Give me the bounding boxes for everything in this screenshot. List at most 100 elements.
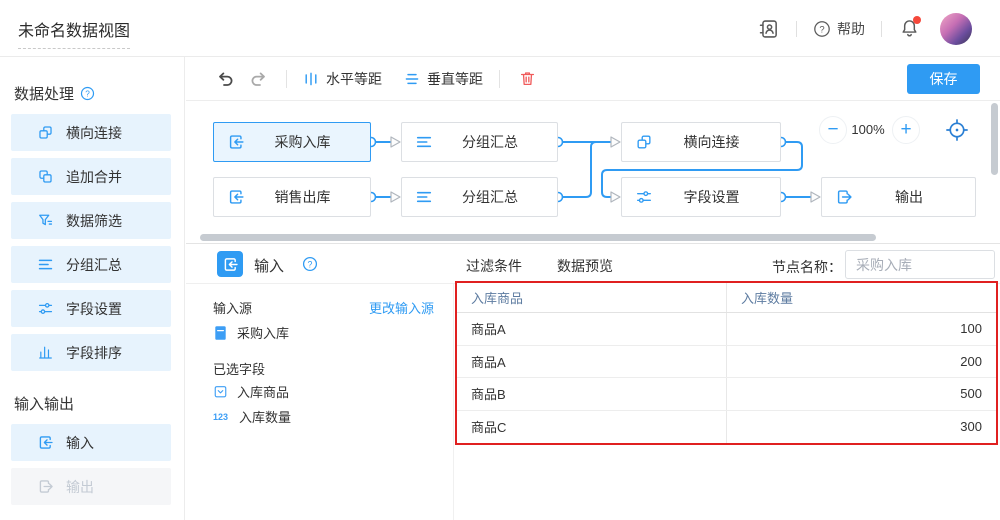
user-avatar[interactable] <box>940 13 972 45</box>
tab-filter-conditions[interactable]: 过滤条件 <box>466 256 522 276</box>
node-label: 销售出库 <box>245 187 360 207</box>
vertical-spacing-button[interactable]: 垂直等距 <box>404 69 483 89</box>
sidebar-item-label: 数据筛选 <box>66 211 122 231</box>
locate-crosshair-icon[interactable] <box>945 118 969 142</box>
sidebar-item-data-filter[interactable]: 数据筛选 <box>11 202 171 239</box>
column-header[interactable]: 入库数量 <box>727 283 996 312</box>
sidebar-item-horizontal-join[interactable]: 横向连接 <box>11 114 171 151</box>
node-label: 字段设置 <box>653 187 770 207</box>
sidebar-item-input[interactable]: 输入 <box>11 424 171 461</box>
sidebar-item-output: 输出 <box>11 468 171 505</box>
field-item[interactable]: 123 入库数量 <box>213 407 291 426</box>
node-label: 采购入库 <box>245 132 360 152</box>
source-label: 输入源 <box>213 298 252 317</box>
svg-text:?: ? <box>819 24 824 35</box>
cell-quantity: 100 <box>727 313 996 345</box>
help-circle-icon[interactable]: ? <box>80 86 95 101</box>
field-settings-icon <box>635 188 653 206</box>
notification-dot <box>913 16 921 24</box>
node-sales-outbound[interactable]: 销售出库 <box>213 177 371 217</box>
table-row[interactable]: 商品C 300 <box>457 411 996 444</box>
output-icon <box>37 478 54 495</box>
input-source-subpanel: 输入源 更改输入源 采购入库 已选字段 入库商品 <box>186 284 454 520</box>
horizontal-spacing-label: 水平等距 <box>326 69 382 89</box>
cell-product: 商品B <box>457 378 727 410</box>
table-row[interactable]: 商品B 500 <box>457 378 996 411</box>
divider <box>499 70 500 88</box>
canvas-horizontal-scrollbar[interactable] <box>200 234 876 241</box>
node-output[interactable]: 输出 <box>821 177 976 217</box>
divider <box>286 70 287 88</box>
cell-product: 商品C <box>457 411 727 444</box>
sidebar: 数据处理 ? 横向连接 追加合并 <box>0 57 185 520</box>
canvas-vertical-scrollbar[interactable] <box>991 103 998 175</box>
horizontal-spacing-icon <box>303 71 319 87</box>
section-title-data-processing: 数据处理 ? <box>14 83 184 104</box>
horizontal-join-icon <box>37 124 54 141</box>
zoom-level: 100% <box>842 122 894 137</box>
node-purchase-inbound[interactable]: 采购入库 <box>213 122 371 162</box>
divider <box>881 21 882 37</box>
source-item[interactable]: 采购入库 <box>213 323 289 342</box>
group-summary-icon <box>415 133 433 151</box>
cell-quantity: 200 <box>727 346 996 378</box>
input-node-icon <box>227 133 245 151</box>
select-field-icon <box>213 384 228 399</box>
append-merge-icon <box>37 168 54 185</box>
sidebar-item-append-merge[interactable]: 追加合并 <box>11 158 171 195</box>
top-header: 未命名数据视图 ? 帮助 <box>0 0 1000 57</box>
input-node-badge-icon <box>217 251 243 277</box>
table-header-row: 入库商品 入库数量 <box>457 283 996 313</box>
sidebar-item-field-settings[interactable]: 字段设置 <box>11 290 171 327</box>
help-icon: ? <box>813 20 831 38</box>
node-config-panel: 输入 ? 过滤条件 数据预览 节点名称： 输入源 更改输入源 采购入库 <box>186 244 1000 520</box>
column-header[interactable]: 入库商品 <box>457 283 727 312</box>
flow-canvas[interactable]: 采购入库 分组汇总 横向连接 销售出库 <box>186 101 1000 244</box>
node-label: 横向连接 <box>653 132 770 152</box>
change-source-link[interactable]: 更改输入源 <box>369 298 434 317</box>
input-icon <box>37 434 54 451</box>
table-row[interactable]: 商品A 200 <box>457 346 996 379</box>
help-button[interactable]: ? 帮助 <box>813 19 865 39</box>
cell-quantity: 500 <box>727 378 996 410</box>
horizontal-join-icon <box>635 133 653 151</box>
sidebar-item-group-summary[interactable]: 分组汇总 <box>11 246 171 283</box>
undo-icon[interactable] <box>214 68 236 90</box>
data-preview-table-highlighted: 入库商品 入库数量 商品A 100 商品A 200 商品B 500 商品C 30… <box>455 281 998 445</box>
panel-header: 输入 ? 过滤条件 数据预览 节点名称： <box>186 244 1000 284</box>
sidebar-item-label: 横向连接 <box>66 123 122 143</box>
svg-text:?: ? <box>308 259 313 269</box>
input-node-icon <box>227 188 245 206</box>
tab-data-preview[interactable]: 数据预览 <box>557 256 613 276</box>
cell-quantity: 300 <box>727 411 996 444</box>
horizontal-spacing-button[interactable]: 水平等距 <box>303 69 382 89</box>
doc-title[interactable]: 未命名数据视图 <box>18 17 130 49</box>
sidebar-item-field-sort[interactable]: 字段排序 <box>11 334 171 371</box>
notifications-bell-icon[interactable] <box>898 18 920 40</box>
zoom-in-button[interactable]: + <box>892 116 920 144</box>
node-name-input[interactable] <box>845 250 995 279</box>
redo-icon[interactable] <box>248 68 270 90</box>
sidebar-item-label: 输入 <box>66 433 94 453</box>
cell-product: 商品A <box>457 346 727 378</box>
form-doc-icon <box>213 325 228 341</box>
field-item[interactable]: 入库商品 <box>213 382 289 401</box>
header-actions: ? 帮助 <box>758 0 1000 57</box>
table-row[interactable]: 商品A 100 <box>457 313 996 346</box>
field-name: 入库商品 <box>237 382 289 401</box>
node-field-settings[interactable]: 字段设置 <box>621 177 781 217</box>
contacts-icon[interactable] <box>758 18 780 40</box>
sidebar-item-label: 字段设置 <box>66 299 122 319</box>
group-summary-icon <box>415 188 433 206</box>
divider <box>796 21 797 37</box>
section-title-input-output: 输入输出 <box>14 393 184 414</box>
panel-title: 输入 <box>254 255 284 276</box>
node-group-summary-2[interactable]: 分组汇总 <box>401 177 558 217</box>
save-button[interactable]: 保存 <box>907 64 980 94</box>
node-name-label: 节点名称： <box>772 257 842 277</box>
source-name: 采购入库 <box>237 323 289 342</box>
node-horizontal-join[interactable]: 横向连接 <box>621 122 781 162</box>
help-circle-icon[interactable]: ? <box>302 256 318 272</box>
node-group-summary-1[interactable]: 分组汇总 <box>401 122 558 162</box>
delete-trash-icon[interactable] <box>516 68 538 90</box>
